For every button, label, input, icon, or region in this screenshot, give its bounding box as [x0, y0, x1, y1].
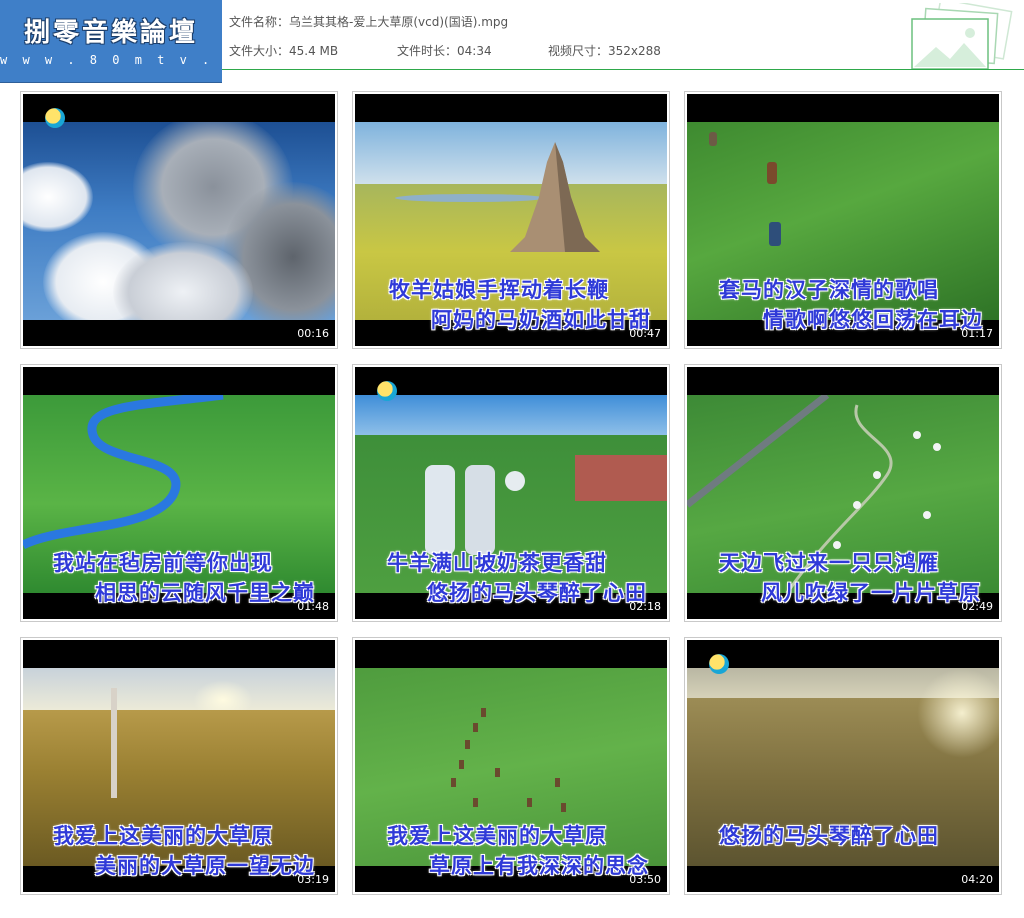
- thumbnail-2-timestamp: 00:47: [629, 327, 661, 340]
- thumbnail-7-lyric-1: 我爱上这美丽的大草原: [53, 824, 273, 848]
- video-dimensions: 视频尺寸：352x288: [548, 42, 661, 59]
- thumbnail-5-lyric-1: 牛羊满山坡奶茶更香甜: [387, 551, 607, 575]
- thumbnail-7-frame: 我爱上这美丽的大草原 美丽的大草原一望无边 03:19: [23, 640, 335, 892]
- thumbnail-3-lyric-2: 情歌啊悠悠回荡在耳边: [763, 308, 983, 332]
- thumbnail-4-lyric-2: 相思的云随风千里之巅: [95, 581, 315, 605]
- video-dimensions-label: 视频尺寸：: [548, 44, 609, 58]
- thumbnail-1-timestamp: 00:16: [297, 327, 329, 340]
- file-name-value: 乌兰其其格-爱上大草原(vcd)(国语).mpg: [289, 15, 509, 29]
- file-duration-label: 文件时长：: [397, 44, 458, 58]
- thumbnail-5-frame: 牛羊满山坡奶茶更香甜 悠扬的马头琴醉了心田 02:18: [355, 367, 667, 619]
- thumbnail-3-lyric-1: 套马的汉子深情的歌唱: [719, 278, 939, 302]
- file-duration: 文件时长：04:34: [397, 42, 492, 59]
- thumbnail-1-frame: 00:16: [23, 94, 335, 346]
- thumbnail-6-timestamp: 02:49: [961, 600, 993, 613]
- cairn-shape: [510, 142, 600, 252]
- thumbnail-9-lyric-1: 悠扬的马头琴醉了心田: [719, 824, 939, 848]
- thumbnail-5-lyric-2: 悠扬的马头琴醉了心田: [427, 581, 647, 605]
- thumbnail-5[interactable]: 牛羊满山坡奶茶更香甜 悠扬的马头琴醉了心田 02:18: [352, 364, 670, 622]
- header-divider: [222, 69, 1024, 70]
- channel-logo-icon: [377, 381, 397, 401]
- file-name-label: 文件名称：: [229, 15, 290, 29]
- thumbnail-8-lyric-1: 我爱上这美丽的大草原: [387, 824, 607, 848]
- file-size-label: 文件大小：: [229, 44, 290, 58]
- thumbnail-2-frame: 牧羊姑娘手挥动着长鞭 阿妈的马奶酒如此甘甜 00:47: [355, 94, 667, 346]
- thumbnail-2-lyric-2: 阿妈的马奶酒如此甘甜: [431, 308, 651, 332]
- file-size-value: 45.4 MB: [289, 44, 339, 58]
- logo-title: 捌零音樂論壇: [23, 18, 198, 48]
- thumbnail-5-timestamp: 02:18: [629, 600, 661, 613]
- thumbnail-9-timestamp: 04:20: [961, 873, 993, 886]
- channel-logo-icon: [709, 654, 729, 674]
- thumbnail-4-frame: 我站在毡房前等你出现 相思的云随风千里之巅 01:48: [23, 367, 335, 619]
- thumbnail-4-lyric-1: 我站在毡房前等你出现: [53, 551, 273, 575]
- file-duration-value: 04:34: [457, 44, 492, 58]
- file-name: 文件名称：乌兰其其格-爱上大草原(vcd)(国语).mpg: [229, 13, 508, 30]
- thumbnail-6[interactable]: 天边飞过来一只只鸿雁 风儿吹绿了一片片草原 02:49: [684, 364, 1002, 622]
- thumbnail-3-frame: 套马的汉子深情的歌唱 情歌啊悠悠回荡在耳边 01:17: [687, 94, 999, 346]
- logo-url: w w w . 8 0 m t v . c o m: [0, 53, 281, 67]
- thumbnail-6-frame: 天边飞过来一只只鸿雁 风儿吹绿了一片片草原 02:49: [687, 367, 999, 619]
- thumbnail-7[interactable]: 我爱上这美丽的大草原 美丽的大草原一望无边 03:19: [20, 637, 338, 895]
- thumbnail-8-timestamp: 03:50: [629, 873, 661, 886]
- thumbnail-1[interactable]: 00:16: [20, 91, 338, 349]
- file-size: 文件大小：45.4 MB: [229, 42, 338, 59]
- thumbnail-3-timestamp: 01:17: [961, 327, 993, 340]
- thumbnail-6-lyric-1: 天边飞过来一只只鸿雁: [719, 551, 939, 575]
- thumbnail-6-lyric-2: 风儿吹绿了一片片草原: [761, 581, 981, 605]
- channel-logo-icon: [45, 108, 65, 128]
- thumbnail-8-frame: 我爱上这美丽的大草原 草原上有我深深的思念 03:50: [355, 640, 667, 892]
- thumbnail-8-lyric-2: 草原上有我深深的思念: [429, 854, 649, 878]
- thumbnail-7-timestamp: 03:19: [297, 873, 329, 886]
- video-dimensions-value: 352x288: [608, 44, 661, 58]
- thumbnail-7-lyric-2: 美丽的大草原一望无边: [95, 854, 315, 878]
- thumbnail-9-frame: 悠扬的马头琴醉了心田 04:20: [687, 640, 999, 892]
- thumbnail-2[interactable]: 牧羊姑娘手挥动着长鞭 阿妈的马奶酒如此甘甜 00:47: [352, 91, 670, 349]
- file-info-header: 捌零音樂論壇 w w w . 8 0 m t v . c o m 文件名称：乌兰…: [0, 0, 1024, 83]
- thumbnail-4[interactable]: 我站在毡房前等你出现 相思的云随风千里之巅 01:48: [20, 364, 338, 622]
- image-stack-icon: [911, 3, 1013, 69]
- thumbnail-2-lyric-1: 牧羊姑娘手挥动着长鞭: [389, 278, 609, 302]
- site-logo: 捌零音樂論壇 w w w . 8 0 m t v . c o m: [0, 0, 281, 83]
- thumbnail-4-timestamp: 01:48: [297, 600, 329, 613]
- thumbnail-3[interactable]: 套马的汉子深情的歌唱 情歌啊悠悠回荡在耳边 01:17: [684, 91, 1002, 349]
- thumbnail-8[interactable]: 我爱上这美丽的大草原 草原上有我深深的思念 03:50: [352, 637, 670, 895]
- thumbnail-9[interactable]: 悠扬的马头琴醉了心田 04:20: [684, 637, 1002, 895]
